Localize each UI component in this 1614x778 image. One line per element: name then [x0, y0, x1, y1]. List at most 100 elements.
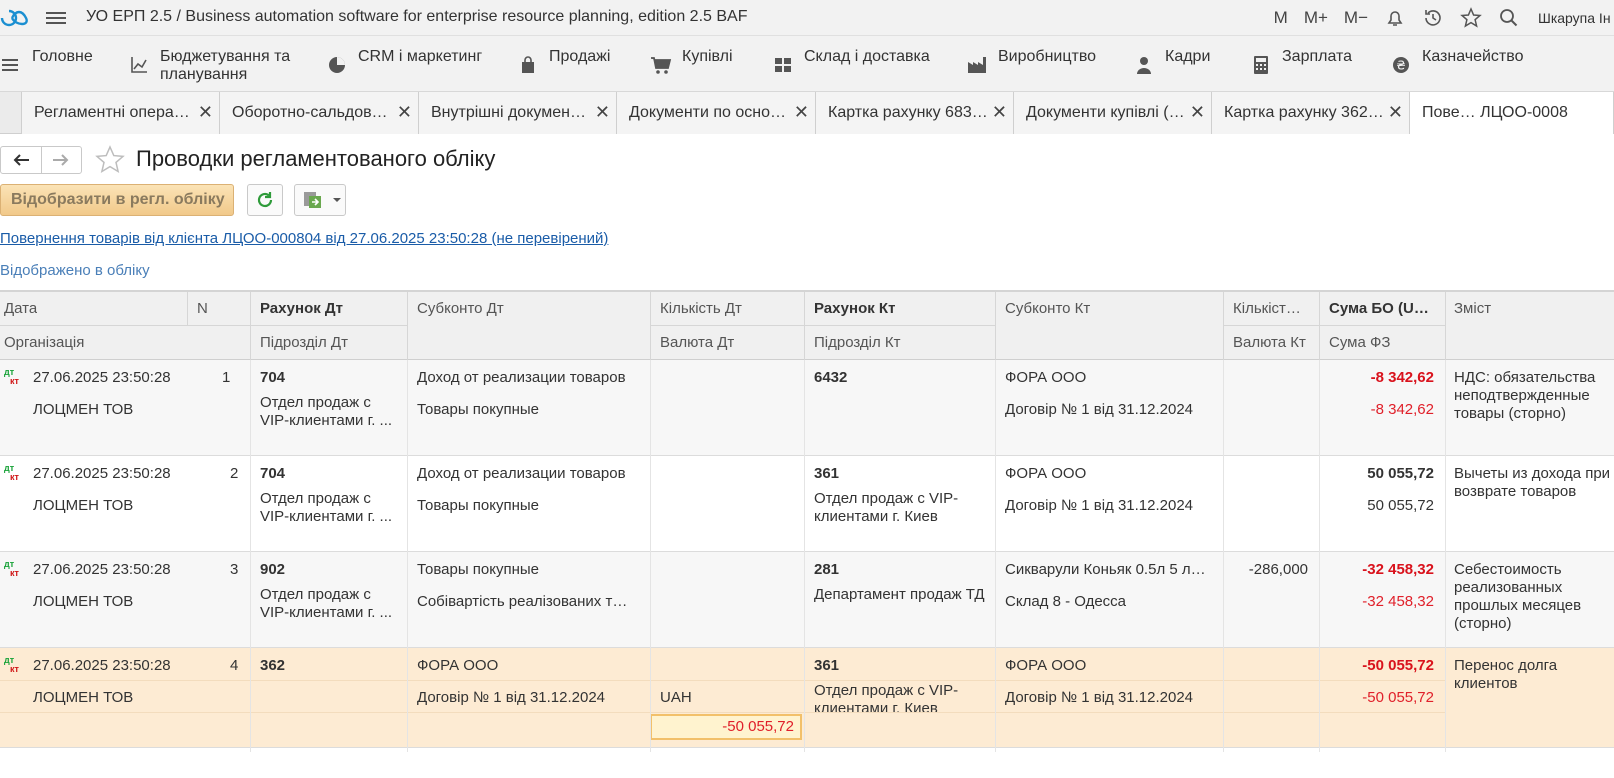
chart-axis-icon [128, 54, 150, 76]
close-icon[interactable]: ✕ [1388, 103, 1403, 121]
row-subconto-kt-1: Сикварули Коньяк 0.5л 5 л… [1005, 561, 1206, 578]
person-icon [1133, 54, 1155, 76]
header-subconto-dt[interactable]: Субконто Дт [417, 300, 504, 317]
row-subconto-kt-2: Договір № 1 від 31.12.2024 [1005, 689, 1194, 706]
table-row[interactable]: дт кт 27.06.2025 23:50:28 3 ЛОЦМЕН ТОВ 90… [0, 552, 1614, 648]
open-windows-tabs: Регламентні операц… ✕ Оборотно-сальдова… ✕… [0, 92, 1614, 134]
calculator-icon [1250, 54, 1272, 76]
close-icon[interactable]: ✕ [595, 103, 610, 121]
row-number: 2 [230, 465, 239, 482]
header-content[interactable]: Зміст [1454, 300, 1491, 317]
memory-minus-button[interactable]: M− [1336, 0, 1376, 36]
row-number: 4 [230, 657, 239, 674]
tab-account-card-683[interactable]: Картка рахунку 683 … ✕ [816, 92, 1014, 134]
favorite-star-icon[interactable] [94, 144, 126, 176]
close-icon[interactable]: ✕ [1190, 103, 1205, 121]
close-icon[interactable]: ✕ [794, 103, 809, 121]
close-icon[interactable]: ✕ [198, 103, 213, 121]
cart-icon [650, 54, 672, 76]
tab-internal-docs[interactable]: Внутрішні документ… ✕ [419, 92, 617, 134]
header-sum-fz[interactable]: Сума ФЗ [1329, 334, 1390, 351]
table-row[interactable]: дт кт 27.06.2025 23:50:28 2 ЛОЦМЕН ТОВ 70… [0, 456, 1614, 552]
forward-arrow-icon[interactable] [40, 147, 81, 173]
history-icon[interactable] [1414, 0, 1452, 36]
section-purchases[interactable]: Купівлі [650, 46, 733, 76]
home-tab[interactable] [0, 92, 22, 134]
header-currency-kt[interactable]: Валюта Кт [1233, 334, 1306, 351]
row-sum-fz: 50 055,72 [1367, 497, 1434, 514]
user-name[interactable]: Шкарупа Ін [1528, 10, 1614, 26]
header-date[interactable]: Дата [4, 300, 37, 317]
row-date: 27.06.2025 23:50:28 [33, 369, 171, 386]
header-currency-dt[interactable]: Валюта Дт [660, 334, 734, 351]
header-qty-kt[interactable]: Кількіст… [1233, 300, 1313, 317]
table-row[interactable]: дт кт 27.06.2025 23:50:28 1 ЛОЦМЕН ТОВ 70… [0, 360, 1614, 456]
row-content: Перенос долга клиентов [1454, 657, 1558, 692]
section-hr[interactable]: Кадри [1133, 46, 1210, 76]
close-icon[interactable]: ✕ [397, 103, 412, 121]
row-sum-bo: -32 458,32 [1362, 561, 1434, 578]
row-account-dt: 704 [260, 369, 286, 386]
boxes-icon [772, 54, 794, 76]
row-subconto-dt-1: Доход от реализации товаров [417, 369, 626, 386]
bell-icon[interactable] [1376, 0, 1414, 36]
app-logo-icon[interactable] [0, 8, 34, 28]
tab-turnover-balance[interactable]: Оборотно-сальдова… ✕ [220, 92, 419, 134]
postings-table[interactable]: Дата N Рахунок Дт Субконто Дт Кількість … [0, 290, 1614, 778]
tab-return-doc-active[interactable]: Пове… ЛЦОО-0008 [1410, 92, 1614, 134]
tab-label: Внутрішні документ… [431, 104, 591, 121]
document-link[interactable]: Повернення товарів від клієнта ЛЦОО-0008… [0, 230, 608, 247]
pie-icon [326, 54, 348, 76]
section-warehouse[interactable]: Склад і доставка [772, 46, 930, 76]
header-subconto-kt[interactable]: Субконто Кт [1005, 300, 1090, 317]
tab-fixed-assets-docs[interactable]: Документи по основ… ✕ [617, 92, 816, 134]
header-qty-dt[interactable]: Кількість Дт [660, 300, 742, 317]
row-account-dt: 902 [260, 561, 286, 578]
row-sum-fz: -32 458,32 [1362, 593, 1434, 610]
tab-account-card-362[interactable]: Картка рахунку 362 … ✕ [1212, 92, 1410, 134]
post-to-accounting-button[interactable]: Відобразити в регл. обліку [0, 184, 234, 216]
back-arrow-icon[interactable] [1, 147, 41, 173]
header-division-kt[interactable]: Підрозділ Кт [814, 334, 901, 351]
section-label: Бюджетування та планування [160, 48, 291, 83]
header-account-kt[interactable]: Рахунок Кт [814, 300, 895, 317]
memory-plus-button[interactable]: M+ [1296, 0, 1336, 36]
currency-sum-dt-input[interactable]: -50 055,72 [650, 714, 802, 740]
search-icon[interactable] [1490, 0, 1528, 36]
section-home[interactable]: Головне [0, 46, 93, 76]
row-content: НДС: обязательства неподтвержденные това… [1454, 369, 1596, 422]
section-treasury[interactable]: ₴ Казначейство [1390, 46, 1523, 76]
section-label: Головне [32, 48, 93, 65]
row-qty-kt: -286,000 [1248, 561, 1308, 578]
main-menu-icon[interactable] [46, 9, 66, 27]
tab-reglament-ops[interactable]: Регламентні операц… ✕ [22, 92, 220, 134]
row-subconto-dt-2: Товары покупные [417, 497, 539, 514]
section-sales[interactable]: Продажі [517, 46, 610, 76]
row-content: Себестоимость реализованных прошлых меся… [1454, 561, 1582, 632]
section-label: Продажі [549, 48, 611, 65]
export-icon [304, 192, 321, 208]
close-icon[interactable]: ✕ [992, 103, 1007, 121]
export-menu-button[interactable] [294, 184, 346, 216]
row-account-kt: 6432 [814, 369, 848, 386]
section-production[interactable]: Виробництво [966, 46, 1096, 76]
header-organization[interactable]: Організація [4, 334, 84, 351]
row-sum-bo: -50 055,72 [1362, 657, 1434, 674]
coin-icon: ₴ [1390, 54, 1412, 76]
section-crm[interactable]: CRM і маркетинг [326, 46, 482, 76]
header-division-dt[interactable]: Підрозділ Дт [260, 334, 348, 351]
section-salary[interactable]: Зарплата [1250, 46, 1352, 76]
tab-purchase-docs[interactable]: Документи купівлі (всі) ✕ [1014, 92, 1212, 134]
header-n[interactable]: N [197, 300, 208, 317]
tab-label: Картка рахунку 362 … [1224, 104, 1384, 121]
refresh-button[interactable] [247, 184, 283, 216]
memory-button[interactable]: M [1266, 0, 1296, 36]
section-label: Склад і доставка [804, 48, 930, 65]
table-row-selected[interactable]: дт кт 27.06.2025 23:50:28 4 ЛОЦМЕН ТОВ 36… [0, 648, 1614, 748]
section-budgeting[interactable]: Бюджетування та планування [128, 46, 300, 84]
row-organization: ЛОЦМЕН ТОВ [33, 593, 134, 610]
header-account-dt[interactable]: Рахунок Дт [260, 300, 343, 317]
window-title: УО ЕРП 2.5 / Business automation softwar… [86, 8, 748, 25]
header-sum-bo[interactable]: Сума БО (U… [1329, 300, 1439, 317]
star-icon[interactable] [1452, 0, 1490, 36]
